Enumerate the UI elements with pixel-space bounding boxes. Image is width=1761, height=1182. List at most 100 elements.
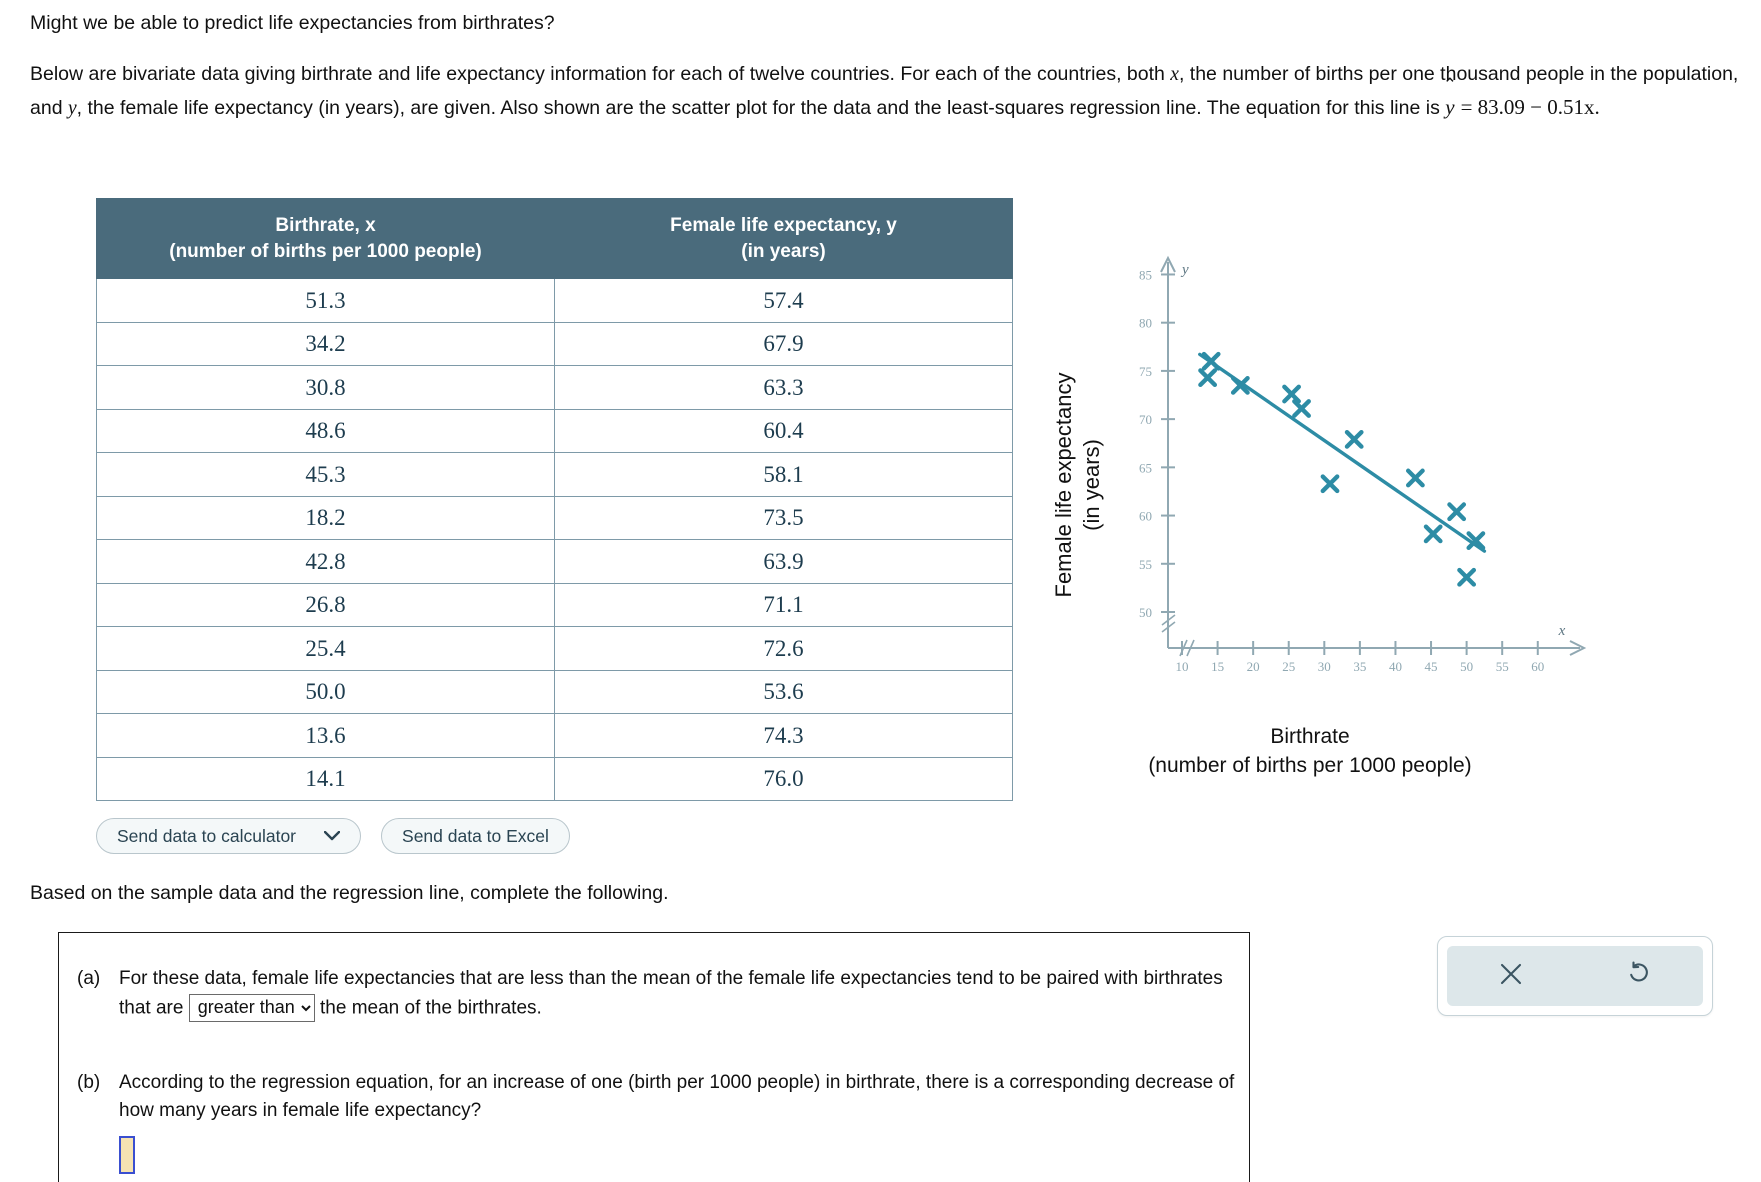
header-life-line1: Female life expectancy, y: [670, 215, 897, 236]
data-point-marker: [1198, 368, 1218, 388]
cell-birthrate: 34.2: [96, 321, 555, 367]
intro-paragraph: Below are bivariate data giving birthrat…: [30, 59, 1756, 125]
y-hat-symbol: ⌃ y: [1443, 76, 1457, 124]
data-point-marker: [1457, 567, 1477, 587]
equation-period: .: [1594, 94, 1600, 119]
data-point-marker: [1292, 399, 1311, 418]
header-birthrate-line2: (number of births per 1000 people): [169, 240, 482, 262]
data-point-marker: [1282, 384, 1301, 404]
table-row: 18.2 73.5: [96, 495, 1013, 541]
column-header-birthrate: Birthrate, x (number of births per 1000 …: [96, 197, 555, 280]
cell-birthrate: 18.2: [96, 495, 555, 541]
svg-text:y: y: [1180, 262, 1189, 278]
table-head: Birthrate, x (number of births per 1000 …: [96, 197, 1013, 280]
svg-text:60: 60: [1139, 509, 1152, 524]
question-a-label: (a): [77, 968, 101, 989]
cell-life-expectancy: 53.6: [554, 669, 1013, 715]
table-body: 51.3 57.4 34.2 67.9 30.8 63.3 48.6 60.4 45.3 58.1…: [96, 278, 1013, 802]
question-a-body: For these data, female life expectancies…: [119, 965, 1249, 1023]
cell-birthrate: 14.1: [96, 756, 555, 802]
svg-text:x: x: [1558, 623, 1566, 639]
table-row: 14.1 76.0: [96, 756, 1013, 802]
svg-text:85: 85: [1139, 267, 1152, 282]
send-data-to-calculator-button[interactable]: Send data to calculator: [96, 818, 362, 854]
cell-life-expectancy: 76.0: [554, 756, 1013, 802]
x-axis-label-line2: (number of births per 1000 people): [1148, 754, 1472, 778]
cell-life-expectancy: 72.6: [554, 626, 1013, 671]
comparison-select[interactable]: greater thanless than: [188, 993, 315, 1022]
svg-text:20: 20: [1247, 659, 1260, 674]
send-excel-label: Send data to Excel: [402, 825, 549, 846]
question-a-text-after: the mean of the birthrates.: [320, 997, 542, 1018]
question-b-body: According to the regression equation, fo…: [119, 1069, 1249, 1174]
cell-life-expectancy: 73.5: [554, 495, 1013, 541]
y-hat-letter: y: [1445, 94, 1455, 119]
close-icon: [1498, 961, 1524, 992]
table-row: 45.3 58.1: [96, 452, 1013, 497]
header-life-line2: (in years): [741, 240, 826, 262]
bivariate-data-table: Birthrate, x (number of births per 1000 …: [96, 197, 1013, 802]
hat-mark: ⌃: [1442, 74, 1458, 94]
svg-text:55: 55: [1139, 557, 1152, 572]
tool-panel-inner: [1447, 946, 1703, 1006]
svg-text:45: 45: [1425, 659, 1438, 674]
undo-button[interactable]: [1575, 960, 1703, 993]
header-birthrate-line1: Birthrate, x: [275, 215, 376, 236]
x-axis-label: Birthrate (number of births per 1000 peo…: [1030, 722, 1590, 781]
data-point-marker: [1201, 351, 1221, 371]
variable-x: x: [1170, 63, 1179, 85]
column-header-life-expectancy: Female life expectancy, y (in years): [554, 197, 1013, 280]
variable-y: y: [67, 97, 77, 119]
intro-section: Might we be able to predict life expecta…: [30, 8, 1756, 144]
send-data-to-excel-button[interactable]: Send data to Excel: [381, 818, 570, 854]
question-b-label: (b): [77, 1071, 101, 1093]
table-row: 34.2 67.9: [96, 321, 1013, 367]
svg-text:75: 75: [1139, 364, 1152, 379]
svg-text:55: 55: [1496, 659, 1509, 674]
intro-question: Might we be able to predict life expecta…: [30, 12, 555, 34]
clear-button[interactable]: [1447, 961, 1575, 992]
instructions-text: Based on the sample data and the regress…: [30, 882, 669, 904]
scatter-plot-svg: y x 50 55 60 65 70 75 80 85 10 15 20 25 30 35 40 45 50 55 60: [1139, 255, 1587, 674]
data-points: [1198, 351, 1486, 587]
table-header-row: Birthrate, x (number of births per 1000 …: [96, 197, 1013, 280]
worksheet-page: Might we be able to predict life expecta…: [0, 0, 1761, 1182]
x-axis-label-line1: Birthrate: [1270, 725, 1350, 748]
cell-birthrate: 30.8: [96, 365, 555, 410]
cell-birthrate: 48.6: [96, 408, 555, 454]
table-row: 50.0 53.6: [96, 669, 1013, 715]
data-point-marker: [1344, 429, 1364, 449]
data-point-marker: [1423, 524, 1443, 544]
send-data-buttons: Send data to calculator Send data to Exc…: [96, 818, 570, 854]
table-row: 26.8 71.1: [96, 582, 1013, 628]
cell-life-expectancy: 71.1: [554, 582, 1013, 628]
svg-text:30: 30: [1318, 659, 1331, 674]
table-row: 30.8 63.3: [96, 365, 1013, 410]
cell-life-expectancy: 74.3: [554, 713, 1013, 758]
data-point-marker: [1447, 502, 1467, 522]
cell-life-expectancy: 57.4: [554, 278, 1013, 323]
table-row: 25.4 72.6: [96, 626, 1013, 671]
cell-life-expectancy: 67.9: [554, 321, 1013, 367]
tool-panel: [1437, 936, 1713, 1016]
table-row: 51.3 57.4: [96, 278, 1013, 323]
questions-panel: (a) For these data, female life expectan…: [58, 932, 1250, 1182]
regression-equation: = 83.09 − 0.51x: [1460, 94, 1595, 119]
table-row: 48.6 60.4: [96, 408, 1013, 454]
intro-text-part3: , the female life expectancy (in years),…: [76, 96, 1446, 119]
cell-life-expectancy: 63.9: [554, 539, 1013, 584]
answer-input-b[interactable]: [119, 1135, 135, 1174]
question-b: (b) According to the regression equation…: [77, 1069, 1249, 1174]
table-row: 42.8 63.9: [96, 539, 1013, 584]
cell-birthrate: 50.0: [96, 669, 555, 715]
data-table-container: Birthrate, x (number of births per 1000 …: [96, 197, 1013, 802]
svg-text:80: 80: [1139, 316, 1152, 331]
svg-text:40: 40: [1389, 659, 1402, 674]
svg-text:70: 70: [1139, 412, 1152, 427]
scatter-plot: y x 50 55 60 65 70 75 80 85 10 15 20 25 30 35 40 45 50 55 60: [1040, 250, 1600, 720]
cell-birthrate: 25.4: [96, 626, 555, 671]
question-a: (a) For these data, female life expectan…: [77, 965, 1249, 1023]
svg-text:65: 65: [1139, 460, 1152, 475]
table-row: 13.6 74.3: [96, 713, 1013, 758]
question-b-text: According to the regression equation, fo…: [119, 1071, 1235, 1122]
